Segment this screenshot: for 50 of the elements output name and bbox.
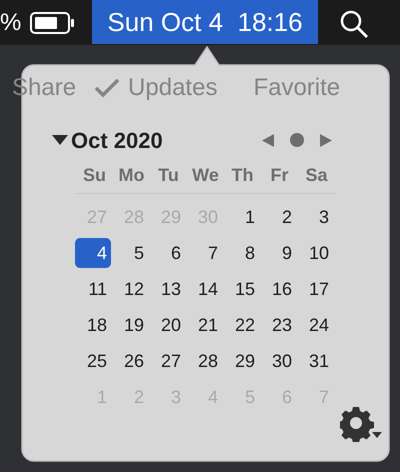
- day-cell[interactable]: 27: [149, 346, 185, 376]
- weekday-label: Su: [82, 164, 107, 187]
- day-cell[interactable]: 11: [75, 274, 111, 304]
- day-cell[interactable]: 26: [112, 346, 148, 376]
- day-cell[interactable]: 23: [260, 310, 296, 340]
- day-cell[interactable]: 30: [260, 346, 296, 376]
- month-title: Oct 2020: [71, 126, 163, 154]
- search-icon[interactable]: [340, 10, 369, 38]
- day-cell[interactable]: 4: [75, 238, 111, 268]
- day-cell[interactable]: 14: [186, 274, 222, 304]
- weekday-label: Sa: [304, 164, 329, 187]
- day-cell[interactable]: 17: [297, 274, 333, 304]
- today-dot-icon[interactable]: [290, 133, 304, 147]
- battery-icon[interactable]: [30, 12, 76, 34]
- day-cell[interactable]: 10: [297, 238, 333, 268]
- weekday-label: Mo: [118, 164, 146, 187]
- weekday-label: Th: [230, 164, 254, 187]
- day-cell[interactable]: 25: [75, 346, 111, 376]
- day-cell[interactable]: 22: [223, 310, 259, 340]
- day-cell[interactable]: 19: [112, 310, 148, 340]
- day-cell[interactable]: 28: [186, 346, 222, 376]
- day-cell[interactable]: 31: [297, 346, 333, 376]
- previous-month-icon[interactable]: [262, 134, 274, 146]
- day-cell[interactable]: 21: [186, 310, 222, 340]
- day-cell[interactable]: 6: [149, 238, 185, 268]
- day-cell[interactable]: 2: [260, 202, 296, 232]
- day-cell[interactable]: 7: [186, 238, 222, 268]
- day-cell[interactable]: 13: [149, 274, 185, 304]
- weekday-label: Fr: [270, 164, 290, 187]
- menu-clock[interactable]: Sun Oct 4 18:16: [92, 0, 318, 44]
- day-cell[interactable]: 16: [260, 274, 296, 304]
- day-cell[interactable]: 15: [223, 274, 259, 304]
- weekday-label: Tu: [157, 164, 180, 187]
- day-cell[interactable]: 9: [260, 238, 296, 268]
- day-cell[interactable]: 20: [149, 310, 185, 340]
- day-cell[interactable]: 12: [112, 274, 148, 304]
- day-cell[interactable]: 3: [297, 202, 333, 232]
- day-cell[interactable]: 29: [223, 346, 259, 376]
- day-cell[interactable]: 8: [223, 238, 259, 268]
- settings-icon[interactable]: [340, 406, 382, 442]
- disclosure-triangle-icon[interactable]: [52, 135, 68, 145]
- next-month-icon[interactable]: [320, 134, 332, 146]
- day-cell[interactable]: 1: [223, 202, 259, 232]
- day-cell[interactable]: 24: [297, 310, 333, 340]
- day-cell[interactable]: 18: [75, 310, 111, 340]
- weekday-label: We: [191, 164, 220, 187]
- toolbar-label: Updates: [128, 73, 218, 103]
- battery-percent: %: [0, 8, 22, 38]
- toolbar-label: Favorite: [253, 73, 340, 103]
- day-cell[interactable]: 5: [112, 238, 148, 268]
